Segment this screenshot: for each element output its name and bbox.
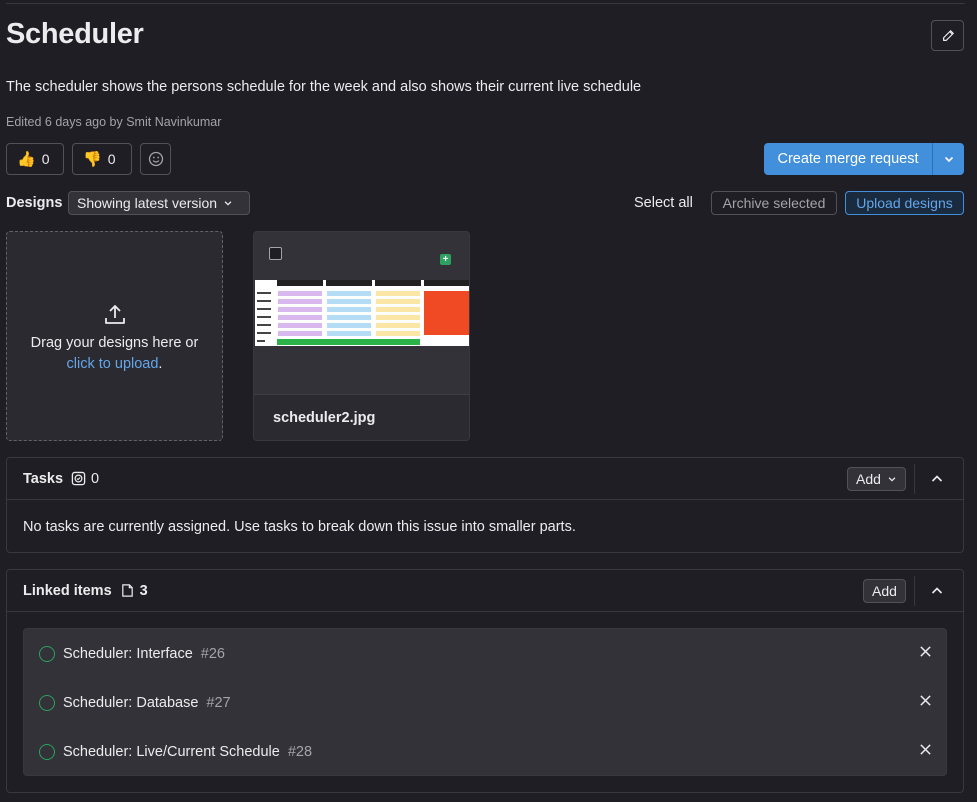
tasks-count-value: 0 xyxy=(91,470,100,487)
create-merge-request-split-button: Create merge request xyxy=(764,143,964,175)
thumbs-up-count: 0 xyxy=(41,151,50,167)
linked-items-count: 3 xyxy=(120,583,148,599)
archive-selected-button[interactable]: Archive selected xyxy=(711,191,837,215)
tasks-empty-text: No tasks are currently assigned. Use tas… xyxy=(23,519,576,535)
chevron-down-icon xyxy=(888,477,896,482)
edit-button[interactable] xyxy=(931,20,964,51)
chevron-up-icon xyxy=(931,587,943,594)
design-filename: scheduler2.jpg xyxy=(254,394,469,440)
thumbs-down-icon: 👎 xyxy=(83,151,102,168)
tasks-title: Tasks xyxy=(23,470,64,487)
header-divider xyxy=(914,464,915,494)
thumbs-up-button[interactable]: 👍 0 xyxy=(6,143,64,175)
tasks-header: Tasks 0 Add xyxy=(7,458,963,500)
linked-item-iid: #27 xyxy=(206,694,231,711)
linked-items-count-value: 3 xyxy=(139,582,148,599)
thumbs-down-count: 0 xyxy=(107,151,116,167)
remove-link-icon[interactable] xyxy=(919,694,932,707)
collapse-linked-items-button[interactable] xyxy=(925,579,949,603)
chevron-up-icon xyxy=(931,475,943,482)
edited-by: Edited 6 days ago by Smit Navinkumar xyxy=(6,115,222,129)
upload-designs-button[interactable]: Upload designs xyxy=(845,191,964,215)
linked-item-title[interactable]: Scheduler: Live/Current Schedule xyxy=(63,744,280,760)
thumbs-down-button[interactable]: 👎 0 xyxy=(72,143,132,175)
linked-items-title: Linked items xyxy=(23,582,112,599)
linked-items-header: Linked items 3 Add xyxy=(7,570,963,612)
smiley-icon xyxy=(148,151,163,167)
dropzone-text: Drag your designs here or xyxy=(30,335,199,351)
dropzone-period: . xyxy=(158,356,163,372)
add-reaction-button[interactable] xyxy=(140,143,171,175)
chevron-down-icon xyxy=(224,201,232,206)
linked-item-iid: #26 xyxy=(200,645,225,662)
click-to-upload-link[interactable]: click to upload xyxy=(67,356,159,372)
linked-item-title[interactable]: Scheduler: Database xyxy=(63,695,198,711)
add-task-button[interactable]: Add xyxy=(847,467,906,491)
design-checkbox[interactable] xyxy=(269,247,282,260)
design-version-dropdown[interactable]: Showing latest version xyxy=(68,191,250,215)
chevron-down-icon xyxy=(944,156,953,163)
remove-link-icon[interactable] xyxy=(919,743,932,756)
open-status-icon xyxy=(39,694,55,711)
linked-items-list: Scheduler: Interface #26 Scheduler: Data… xyxy=(23,628,947,776)
page-title: Scheduler xyxy=(6,18,144,50)
open-status-icon xyxy=(39,645,55,662)
issue-description: The scheduler shows the persons schedule… xyxy=(6,79,642,95)
select-all-link[interactable]: Select all xyxy=(634,195,693,211)
header-divider xyxy=(914,576,915,606)
merge-request-options-button[interactable] xyxy=(933,143,964,175)
add-task-label: Add xyxy=(856,471,881,487)
task-done-icon xyxy=(71,471,86,486)
upload-icon xyxy=(104,305,125,324)
linked-items-panel: Linked items 3 Add Scheduler: Interface … xyxy=(6,569,964,793)
issues-icon xyxy=(121,584,133,597)
design-thumbnail xyxy=(255,280,469,346)
remove-link-icon[interactable] xyxy=(919,645,932,658)
collapse-tasks-button[interactable] xyxy=(925,467,949,491)
top-divider xyxy=(6,3,965,4)
add-linked-item-button[interactable]: Add xyxy=(863,579,906,603)
linked-item[interactable]: Scheduler: Database #27 xyxy=(24,678,946,727)
tasks-count: 0 xyxy=(71,471,99,487)
linked-item-iid: #28 xyxy=(287,743,313,760)
thumbs-up-icon: 👍 xyxy=(17,151,36,168)
open-status-icon xyxy=(39,743,55,760)
linked-item[interactable]: Scheduler: Live/Current Schedule #28 xyxy=(24,727,946,776)
design-added-icon: + xyxy=(440,254,451,265)
design-dropzone[interactable]: Drag your designs here or click to uploa… xyxy=(6,231,223,441)
linked-item-title[interactable]: Scheduler: Interface xyxy=(63,646,193,662)
design-card[interactable]: + scheduler2.jpg xyxy=(253,231,470,441)
create-merge-request-button[interactable]: Create merge request xyxy=(764,143,933,175)
tasks-panel: Tasks 0 Add No tasks are currently assig… xyxy=(6,457,964,553)
designs-label: Designs xyxy=(6,195,63,211)
linked-item[interactable]: Scheduler: Interface #26 xyxy=(24,629,946,678)
pencil-icon xyxy=(942,29,954,41)
design-version-value: Showing latest version xyxy=(77,195,218,211)
